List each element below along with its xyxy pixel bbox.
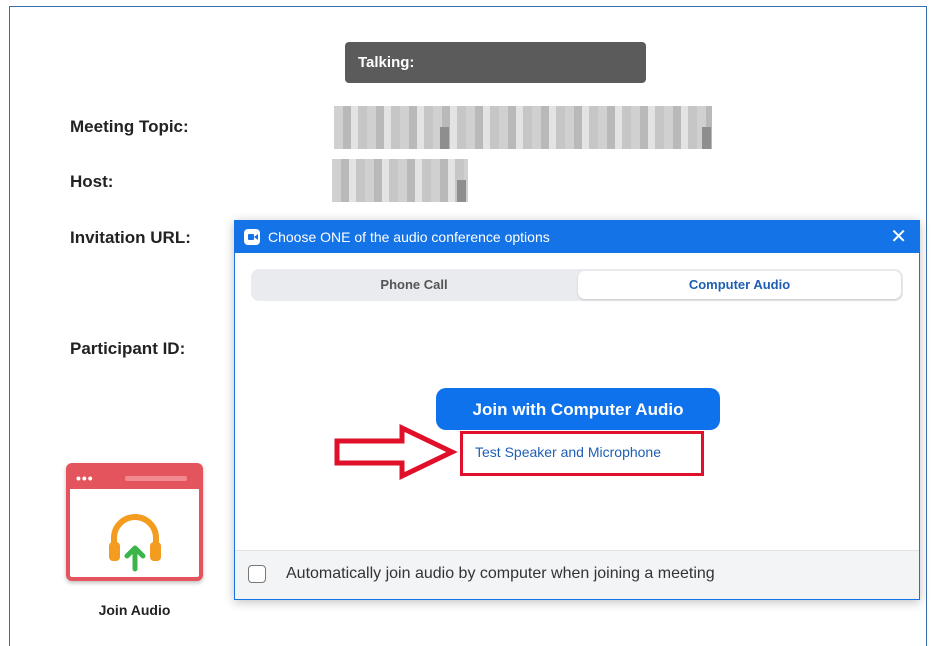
auto-join-checkbox[interactable] — [248, 565, 266, 583]
headphones-icon — [109, 514, 161, 572]
invitation-url-label: Invitation URL: — [70, 228, 191, 247]
window-dots-icon: ••• — [76, 470, 94, 486]
auto-join-label: Automatically join audio by computer whe… — [286, 565, 715, 582]
participant-id-label: Participant ID: — [70, 339, 186, 358]
dialog-titlebar: Choose ONE of the audio conference optio… — [235, 221, 919, 253]
join-audio-button[interactable]: ••• — [66, 463, 203, 581]
host-label: Host: — [70, 172, 114, 191]
dialog-footer: Automatically join audio by computer whe… — [235, 550, 919, 599]
meeting-topic-redacted — [334, 106, 712, 149]
tab-computer-audio[interactable]: Computer Audio — [578, 271, 901, 299]
tab-phone-call[interactable]: Phone Call — [253, 271, 575, 299]
dialog-title: Choose ONE of the audio conference optio… — [268, 229, 550, 245]
red-arrow-icon — [334, 424, 458, 480]
test-speaker-microphone-link[interactable]: Test Speaker and Microphone — [475, 444, 661, 460]
talking-indicator: Talking: — [345, 42, 646, 83]
meeting-topic-label: Meeting Topic: — [70, 117, 189, 136]
tile-header: ••• — [70, 467, 199, 489]
zoom-camera-icon — [244, 229, 260, 245]
join-computer-audio-button[interactable]: Join with Computer Audio — [436, 388, 720, 430]
join-audio-label: Join Audio — [98, 602, 171, 618]
close-icon[interactable]: ✕ — [890, 221, 907, 253]
tile-stripe — [125, 476, 187, 481]
host-redacted — [332, 159, 468, 202]
talking-label: Talking: — [358, 54, 415, 71]
audio-options-dialog: Choose ONE of the audio conference optio… — [234, 220, 920, 600]
audio-tabs: Phone Call Computer Audio — [251, 269, 903, 301]
